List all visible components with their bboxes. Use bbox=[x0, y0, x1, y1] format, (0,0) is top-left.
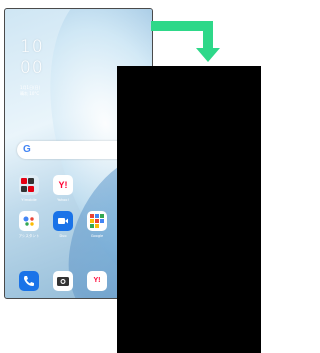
arrow-vertical bbox=[203, 21, 213, 49]
clock: 10 00 bbox=[20, 37, 44, 79]
handset-icon bbox=[24, 276, 34, 286]
app-label-ymobile: Y!mobile bbox=[21, 198, 37, 202]
arrow-down-icon bbox=[196, 48, 220, 62]
duo-icon[interactable] bbox=[53, 211, 73, 231]
yahoo-icon[interactable]: Y! bbox=[53, 175, 73, 195]
app-label-yahoo: Yahoo! bbox=[57, 198, 69, 202]
clock-hour: 10 bbox=[20, 37, 44, 57]
assistant-dots-icon bbox=[23, 216, 34, 226]
app-label-assistant: アシスタント bbox=[18, 234, 40, 238]
google-folder-icon[interactable] bbox=[87, 211, 107, 231]
google-apps-grid-icon bbox=[90, 214, 104, 228]
clock-minute: 00 bbox=[20, 58, 44, 78]
ymobile-folder-icon[interactable] bbox=[19, 175, 39, 195]
assistant-icon[interactable] bbox=[19, 211, 39, 231]
weather-line: 晴れ 10°C bbox=[20, 91, 40, 96]
yahoo-star-icon[interactable]: Y! bbox=[87, 271, 107, 291]
camera-icon[interactable] bbox=[53, 271, 73, 291]
app-label-duo: Duo bbox=[59, 234, 67, 238]
google-logo-icon: G bbox=[23, 144, 31, 155]
date-weather: 1月1日(日) 晴れ 10°C bbox=[20, 85, 40, 97]
app-label-google: Google bbox=[90, 234, 104, 238]
phone-icon[interactable] bbox=[19, 271, 39, 291]
camera-lens-icon bbox=[57, 277, 69, 286]
screen-off-panel bbox=[117, 66, 261, 353]
video-camera-icon bbox=[58, 218, 68, 224]
